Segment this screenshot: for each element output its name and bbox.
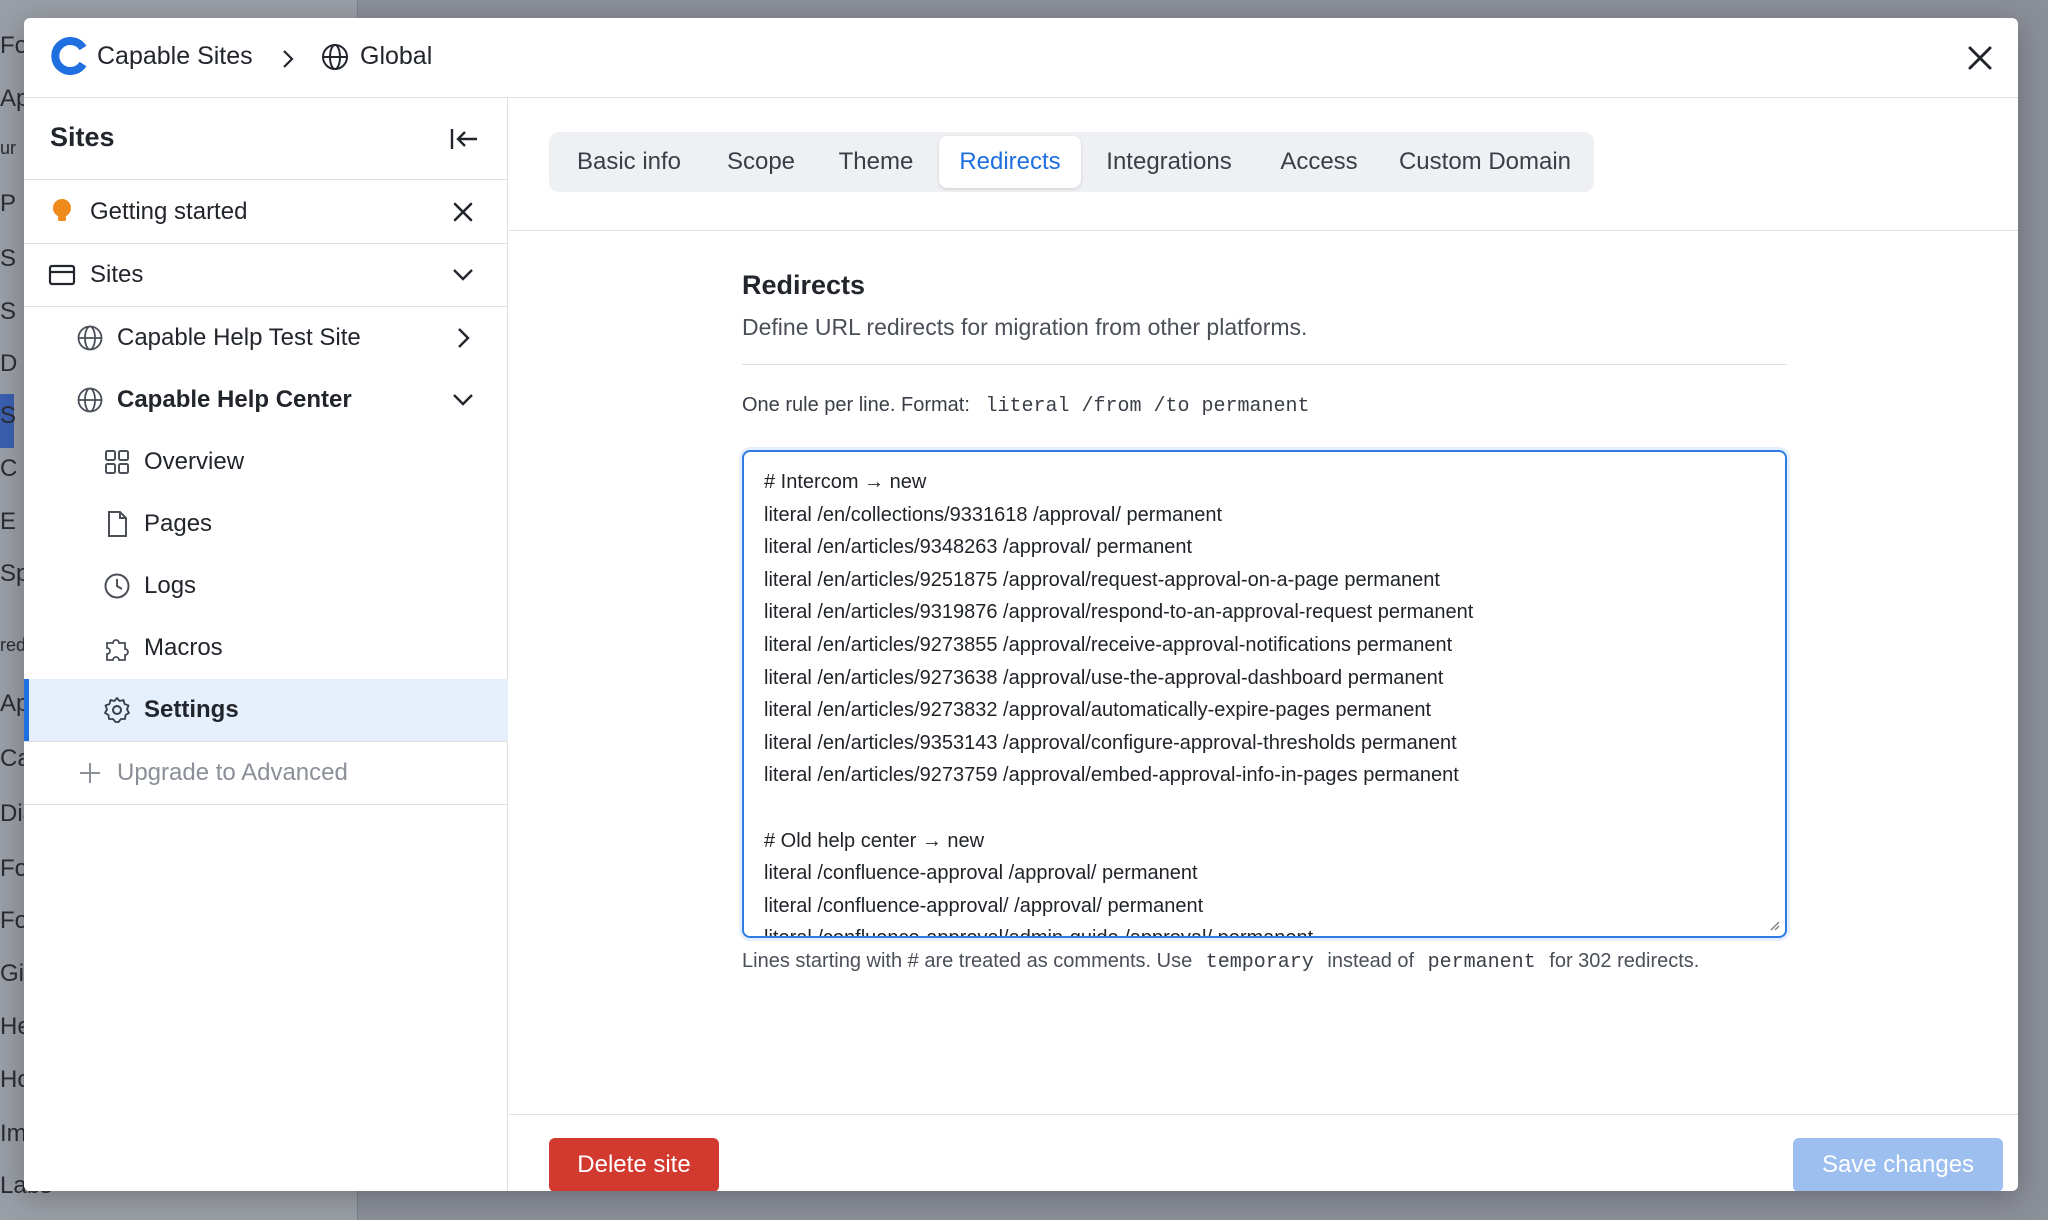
tab-custom-domain[interactable]: Custom Domain [1381,136,1589,188]
section-title: Redirects [742,270,866,300]
globe-icon [322,44,348,70]
modal-header: Capable Sites Global [24,18,2018,98]
tab-access[interactable]: Access [1257,136,1381,188]
chevron-down-icon[interactable] [448,385,478,415]
sidebar-item-logs[interactable]: Logs [24,555,508,617]
section-divider [742,364,1787,365]
card-icon [48,264,76,286]
collapse-sidebar-icon[interactable] [448,124,480,154]
brand-name[interactable]: Capable Sites [97,42,253,71]
format-code: literal /from /to permanent [985,395,1310,418]
sidebar-item-label: Macros [144,634,223,661]
background-nav-item: ur [0,138,17,158]
background-nav-item: E [0,508,17,535]
help-code-permanent: permanent [1427,951,1536,974]
settings-tabs: Basic info Scope Theme Redirects Integra… [549,132,1594,192]
sidebar-item-label: Settings [144,696,239,723]
sidebar-item-label: Logs [144,572,197,599]
help-text-middle: instead of [1327,950,1415,972]
sidebar-item-label: Capable Help Center [117,386,352,413]
active-indicator [24,679,29,741]
background-nav-item: S [0,402,17,429]
tab-basic-info[interactable]: Basic info [553,136,705,188]
background-nav-item: S [0,245,17,272]
tab-redirects[interactable]: Redirects [939,136,1081,188]
sites-sidebar: Sites Getting started Sites Capable Help… [24,98,508,1191]
site-settings-modal: Capable Sites Global Sites Getting start… [24,18,2018,1191]
sidebar-item-label: Overview [144,448,245,475]
sidebar-item-settings[interactable]: Settings [24,679,508,741]
tab-integrations[interactable]: Integrations [1081,136,1257,188]
settings-main: Basic info Scope Theme Redirects Integra… [509,98,2018,1191]
sidebar-item-overview[interactable]: Overview [24,431,508,493]
background-nav-item: D [0,350,18,377]
sidebar-item-getting-started[interactable]: Getting started [24,181,508,243]
format-hint: One rule per line. Format: literal /from… [742,394,1310,418]
section-description: Define URL redirects for migration from … [742,314,1308,340]
plus-icon [80,763,100,783]
lightbulb-icon [53,199,71,221]
tab-theme[interactable]: Theme [817,136,935,188]
sidebar-header: Sites [24,98,508,180]
tabs-divider [509,230,2018,231]
sidebar-item-label: Getting started [90,198,248,225]
sidebar-item-capable-help-test-site[interactable]: Capable Help Test Site [24,307,508,369]
breadcrumb-chevron-icon [283,50,294,68]
delete-site-button[interactable]: Delete site [549,1138,719,1191]
background-nav-item: P [0,190,17,217]
gear-icon [104,697,130,723]
sidebar-item-macros[interactable]: Macros [24,617,508,679]
sidebar-item-capable-help-center[interactable]: Capable Help Center [24,369,508,431]
help-text-suffix: for 302 redirects. [1549,950,1700,972]
footer-divider [509,1114,2018,1115]
puzzle-icon [106,639,129,661]
format-hint-text: One rule per line. Format: [742,394,970,416]
globe-icon [77,387,103,413]
sidebar-item-label: Pages [144,510,213,537]
clock-icon [104,573,130,599]
help-text-prefix: Lines starting with # are treated as com… [742,950,1193,972]
save-changes-button[interactable]: Save changes [1793,1138,2003,1191]
background-nav-item: C [0,455,18,482]
sidebar-item-label: Sites [90,261,144,288]
dismiss-icon[interactable] [448,197,478,227]
sidebar-item-pages[interactable]: Pages [24,493,508,555]
sidebar-item-sites[interactable]: Sites [24,244,508,306]
close-icon[interactable] [1962,40,1998,76]
document-icon [108,511,127,537]
chevron-down-icon[interactable] [448,260,478,290]
capable-logo-icon [51,37,87,75]
globe-icon [77,325,103,351]
grid-icon [105,450,129,474]
chevron-right-icon[interactable] [448,323,478,353]
background-nav-item: Im [0,1120,27,1147]
background-nav-item: S [0,298,17,325]
sidebar-item-label: Upgrade to Advanced [117,759,348,786]
background-nav-item: red [0,635,27,655]
resize-handle-icon[interactable] [1767,918,1781,932]
sidebar-item-label: Capable Help Test Site [117,324,361,351]
redirects-textarea[interactable] [764,466,1764,936]
redirects-editor[interactable] [742,450,1787,938]
sidebar-divider [24,804,508,805]
sidebar-item-upgrade[interactable]: Upgrade to Advanced [24,742,508,804]
tab-scope[interactable]: Scope [705,136,817,188]
help-text: Lines starting with # are treated as com… [742,950,1699,974]
sidebar-title: Sites [50,122,115,152]
help-code-temporary: temporary [1205,951,1314,974]
breadcrumb-global[interactable]: Global [360,42,432,71]
